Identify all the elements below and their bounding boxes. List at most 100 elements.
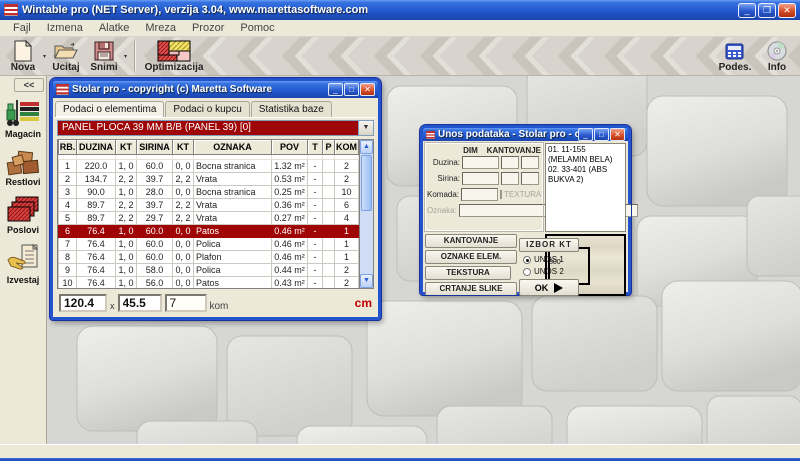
stolar-maximize-button[interactable]: □: [344, 83, 359, 96]
izbor-kt-button[interactable]: IZBOR KT: [519, 238, 579, 252]
table-cell: 76.4: [77, 276, 116, 288]
sirina-kt2-input[interactable]: [521, 172, 539, 185]
play-arrow-icon: [554, 283, 563, 293]
material-listbox[interactable]: 01. 11-155 (MELAMIN BELA) 02. 33-401 (AB…: [545, 143, 626, 232]
menu-pomoc[interactable]: Pomoc: [233, 21, 281, 35]
table-row[interactable]: 2134.72, 239.72, 2Vrata0.53 m²-2: [59, 172, 359, 185]
table-row[interactable]: 589.72, 229.72, 2Vrata0.27 m²-4: [59, 211, 359, 224]
optimization-button[interactable]: Optimizacija: [142, 38, 206, 75]
komada-input[interactable]: [461, 188, 498, 201]
column-header[interactable]: RB.: [59, 140, 77, 154]
table-cell: [323, 185, 335, 198]
table-cell: 39.7: [137, 172, 173, 185]
table-row[interactable]: 776.41, 060.00, 0Polica0.46 m²-1: [59, 237, 359, 250]
unos-close-button[interactable]: ✕: [610, 128, 625, 141]
column-header[interactable]: SIRINA: [137, 140, 173, 154]
unos-minimize-button[interactable]: _: [578, 128, 593, 141]
column-header[interactable]: KT: [116, 140, 137, 154]
open-button[interactable]: Ucitaj: [47, 38, 85, 75]
new-button[interactable]: Nova: [4, 38, 42, 75]
unos2-radio-label: UNOS 2: [534, 267, 564, 276]
table-row[interactable]: 390.01, 028.00, 0Bocna stranica0.25 m²-1…: [59, 185, 359, 198]
table-row[interactable]: 676.41, 060.00, 0Patos0.46 m²-1: [59, 224, 359, 237]
close-button[interactable]: ✕: [778, 3, 796, 18]
material-list-item[interactable]: 01. 11-155 (MELAMIN BELA): [548, 145, 623, 165]
save-dropdown-arrow[interactable]: ▾: [124, 53, 127, 60]
scroll-up-icon[interactable]: ▲: [360, 140, 373, 154]
menu-prozor[interactable]: Prozor: [185, 21, 231, 35]
table-cell: 1.32 m²: [272, 159, 308, 172]
duzina-kt2-input[interactable]: [521, 156, 539, 169]
sidebar-item-izvestaj[interactable]: Izvestaj: [6, 244, 40, 285]
duzina-input[interactable]: [462, 156, 499, 169]
material-dropdown[interactable]: PANEL PLOCA 39 MM B/B (PANEL 39) [0] ▼: [57, 120, 374, 136]
column-header[interactable]: POV: [272, 140, 308, 154]
sirina-kt1-input[interactable]: [501, 172, 519, 185]
column-header[interactable]: T: [308, 140, 323, 154]
table-cell: 90.0: [77, 185, 116, 198]
sidebar-collapse-button[interactable]: <<: [14, 78, 44, 92]
dropdown-arrow-icon[interactable]: ▼: [358, 121, 373, 135]
unos-maximize-button[interactable]: □: [594, 128, 609, 141]
column-header[interactable]: KT: [173, 140, 194, 154]
height-input[interactable]: [118, 294, 162, 312]
quantity-input[interactable]: [165, 294, 207, 312]
column-header[interactable]: OZNAKA: [194, 140, 272, 154]
table-cell: 2: [335, 172, 359, 185]
textura-checkbox[interactable]: [500, 190, 502, 199]
stolar-close-button[interactable]: ✕: [360, 83, 375, 96]
sidebar-item-restlovi[interactable]: Restlovi: [5, 148, 40, 187]
oznake-elem-button[interactable]: OZNAKE ELEM.: [425, 250, 517, 264]
kantovanje-header: KANTOVANJE: [487, 146, 541, 155]
crtanje-slike-button[interactable]: CRTANJE SLIKE: [425, 282, 517, 296]
save-button[interactable]: Snimi: [85, 38, 123, 75]
column-header[interactable]: P: [323, 140, 335, 154]
restore-button[interactable]: ❐: [758, 3, 776, 18]
ok-button[interactable]: OK: [519, 279, 579, 296]
duzina-kt1-input[interactable]: [501, 156, 519, 169]
table-cell: [323, 276, 335, 288]
unos1-radio[interactable]: UNOS 1: [519, 255, 579, 264]
sirina-input[interactable]: [462, 172, 499, 185]
tab-podaci-o-elementima[interactable]: Podaci o elementima: [55, 101, 164, 117]
unos-titlebar[interactable]: Unos podataka - Stolar pro - copyrigh...…: [423, 128, 628, 141]
stolar-tabs: Podaci o elementima Podaci o kupcu Stati…: [53, 98, 378, 117]
table-row[interactable]: 1076.41, 056.00, 0Patos0.43 m²-2: [59, 276, 359, 288]
column-header[interactable]: DUZINA: [77, 140, 116, 154]
table-cell: 0.46 m²: [272, 237, 308, 250]
table-cell: 5: [59, 211, 77, 224]
tab-statistika-baze[interactable]: Statistika baze: [251, 101, 332, 117]
table-cell: [323, 159, 335, 172]
stolar-titlebar[interactable]: Stolar pro - copyright (c) Maretta Softw…: [53, 81, 378, 98]
unos2-radio[interactable]: UNOS 2: [519, 267, 579, 276]
table-cell: 8: [59, 250, 77, 263]
menu-mreza[interactable]: Mreza: [138, 21, 183, 35]
info-button[interactable]: Info: [758, 38, 796, 75]
tekstura-button[interactable]: TEKSTURA: [425, 266, 511, 280]
stolar-minimize-button[interactable]: _: [328, 83, 343, 96]
table-row[interactable]: 489.72, 239.72, 2Vrata0.36 m²-6: [59, 198, 359, 211]
table-cell: 1, 0: [116, 185, 137, 198]
kantovanje-button[interactable]: KANTOVANJE: [425, 234, 517, 248]
scrollbar-thumb[interactable]: [361, 155, 372, 211]
table-scrollbar[interactable]: ▲ ▼: [359, 140, 373, 288]
tab-divider: [55, 117, 376, 118]
scroll-down-icon[interactable]: ▼: [360, 274, 373, 288]
minimize-button[interactable]: _: [738, 3, 756, 18]
menu-alatke[interactable]: Alatke: [92, 21, 137, 35]
table-cell: 1, 0: [116, 237, 137, 250]
column-header[interactable]: KOM: [335, 140, 359, 154]
settings-button[interactable]: Podes.: [716, 38, 754, 75]
table-row[interactable]: 976.41, 058.00, 0Polica0.44 m²-2: [59, 263, 359, 276]
sidebar-item-poslovi[interactable]: Poslovi: [6, 196, 40, 235]
table-row[interactable]: 1220.01, 060.00, 0Bocna stranica1.32 m²-…: [59, 159, 359, 172]
menu-izmena[interactable]: Izmena: [40, 21, 90, 35]
new-dropdown-arrow[interactable]: ▾: [43, 53, 46, 60]
sidebar-item-magacin[interactable]: Magacin: [5, 98, 41, 139]
table-row[interactable]: 876.41, 060.00, 0Plafon0.46 m²-1: [59, 250, 359, 263]
menu-fajl[interactable]: Fajl: [6, 21, 38, 35]
tab-podaci-o-kupcu[interactable]: Podaci o kupcu: [165, 101, 249, 117]
toolbar: Nova ▾ Ucitaj Snimi ▾: [0, 37, 800, 76]
material-list-item[interactable]: 02. 33-401 (ABS BUKVA 2): [548, 165, 623, 185]
width-input[interactable]: [59, 294, 107, 312]
